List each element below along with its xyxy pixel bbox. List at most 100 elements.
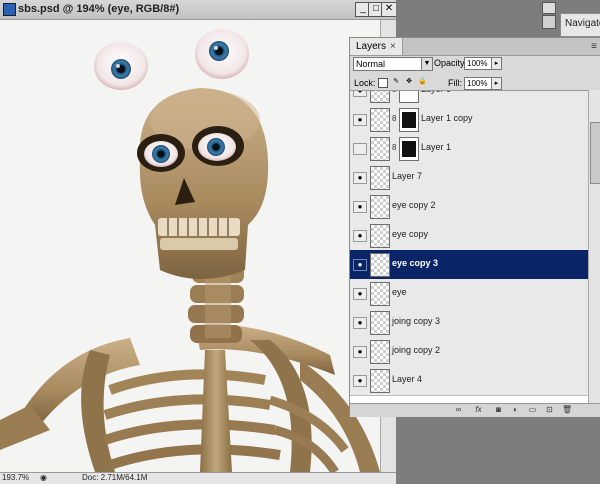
visibility-eye-icon[interactable]: ● <box>353 317 367 329</box>
layer-thumbnail[interactable] <box>370 253 390 277</box>
layer-row[interactable]: ● joing copy 3 <box>350 308 588 338</box>
layer-name: joing copy 2 <box>392 345 441 355</box>
visibility-eye-icon[interactable]: ● <box>353 172 367 184</box>
opacity-slider-arrow[interactable]: ▸ <box>491 57 502 70</box>
visibility-eye-icon[interactable]: ● <box>353 201 367 213</box>
document-window: sbs.psd @ 194% (eye, RGB/8#) _ □ ✕ 193.7… <box>0 0 397 484</box>
layer-thumbnail[interactable] <box>370 224 390 248</box>
layer-row[interactable]: ● eye copy <box>350 221 588 251</box>
fill-slider-arrow[interactable]: ▸ <box>491 77 502 90</box>
layer-mask-thumbnail[interactable] <box>399 137 419 161</box>
link-layers-icon[interactable]: ∞ <box>454 406 463 414</box>
layers-panel-footer: ∞ fx ◙ ◐ ▭ ⊡ 🗑 <box>350 403 600 417</box>
layer-name: Layer 4 <box>392 374 423 384</box>
layer-name: eye copy <box>392 229 429 239</box>
skeleton-artwork <box>0 29 380 472</box>
visibility-eye-icon[interactable]: ● <box>353 91 367 97</box>
layer-mask-thumbnail[interactable] <box>399 91 419 103</box>
new-group-icon[interactable]: ▭ <box>528 406 537 414</box>
layer-style-icon[interactable]: fx <box>474 406 483 414</box>
navigator-tab[interactable]: Navigator <box>560 13 600 37</box>
layer-name: Layer 1 <box>421 142 452 152</box>
layer-thumbnail[interactable] <box>370 195 390 219</box>
chevron-down-icon: ▼ <box>421 58 432 70</box>
layers-panel-tabbar: Layers × ≡ <box>350 38 600 56</box>
photoshop-doc-icon <box>3 3 16 16</box>
layer-thumbnail[interactable] <box>370 282 390 306</box>
layer-row[interactable]: 8 Layer 1 <box>350 134 588 164</box>
mask-link-icon[interactable]: 8 <box>392 114 396 123</box>
canvas[interactable] <box>0 20 380 472</box>
lock-position-icon[interactable]: ✥ <box>405 78 413 86</box>
add-mask-icon[interactable]: ◙ <box>494 406 503 414</box>
navigator-panel-icon[interactable] <box>542 15 556 29</box>
visibility-eye-icon[interactable]: ● <box>353 259 367 271</box>
layer-thumbnail[interactable] <box>370 340 390 364</box>
layer-row[interactable]: ● Layer 4 <box>350 366 588 396</box>
dock-collapse-icon[interactable] <box>542 2 556 14</box>
layer-thumbnail[interactable] <box>370 369 390 393</box>
layer-row[interactable]: ● 8 Layer 1 copy <box>350 105 588 135</box>
layer-thumbnail[interactable] <box>370 137 390 161</box>
lock-label: Lock: <box>354 78 376 88</box>
adjustment-layer-icon[interactable]: ◐ <box>511 406 520 414</box>
layer-mask-thumbnail[interactable] <box>399 108 419 132</box>
layer-row[interactable]: ● Layer 7 <box>350 163 588 193</box>
status-icon[interactable]: ◉ <box>40 473 47 482</box>
tab-layers-label: Layers <box>356 41 387 52</box>
panel-dock-icons <box>537 0 559 30</box>
tab-layers[interactable]: Layers × <box>350 38 403 55</box>
visibility-eye-icon[interactable]: ● <box>353 288 367 300</box>
visibility-eye-icon[interactable]: ● <box>353 230 367 242</box>
layer-row[interactable]: ● joing copy 2 <box>350 337 588 367</box>
visibility-eye-icon[interactable] <box>353 143 367 155</box>
layers-panel: Layers × ≡ Normal ▼ Opacity: 100% ▸ Lock:… <box>349 37 600 417</box>
opacity-label: Opacity: <box>434 58 468 68</box>
blend-mode-select[interactable]: Normal ▼ <box>353 57 433 71</box>
layer-name: Layer 1 copy <box>421 113 473 123</box>
layer-name: eye copy 2 <box>392 200 436 210</box>
layer-row[interactable]: ● eye copy 2 <box>350 192 588 222</box>
blend-mode-value: Normal <box>356 59 386 69</box>
layer-name: eye copy 3 <box>392 258 439 268</box>
layer-list: ●8Layer 6●8Layer 1 copy8Layer 1●Layer 7●… <box>350 90 588 404</box>
fill-input[interactable]: 100% <box>464 77 492 90</box>
layer-name: joing copy 3 <box>392 316 441 326</box>
layer-name: Layer 7 <box>392 171 423 181</box>
panel-menu-icon[interactable]: ≡ <box>591 41 597 52</box>
zoom-level[interactable]: 193.7% <box>2 473 29 482</box>
mask-link-icon[interactable]: 8 <box>392 143 396 152</box>
delete-layer-icon[interactable]: 🗑 <box>562 406 572 414</box>
opacity-input[interactable]: 100% <box>464 57 492 70</box>
floating-eye-right <box>195 29 249 79</box>
document-title-bar[interactable]: sbs.psd @ 194% (eye, RGB/8#) _ □ ✕ <box>0 0 397 20</box>
layer-name: Layer 6 <box>421 91 451 94</box>
visibility-eye-icon[interactable]: ● <box>353 346 367 358</box>
ribcage <box>0 324 380 472</box>
layer-thumbnail[interactable] <box>370 108 390 132</box>
close-button[interactable]: ✕ <box>381 2 397 17</box>
layer-thumbnail[interactable] <box>370 166 390 190</box>
scrollbar-thumb[interactable] <box>590 122 600 184</box>
visibility-eye-icon[interactable]: ● <box>353 114 367 126</box>
layer-row[interactable]: ● 8 Layer 6 <box>350 91 588 106</box>
mask-link-icon[interactable]: 8 <box>392 91 396 94</box>
document-title: sbs.psd @ 194% (eye, RGB/8#) <box>18 3 180 15</box>
new-layer-icon[interactable]: ⊡ <box>545 406 554 414</box>
lock-transparency-icon[interactable] <box>378 78 388 88</box>
doc-size[interactable]: Doc: 2.71M/64.1M <box>82 473 147 482</box>
layer-list-scrollbar[interactable] <box>588 90 600 403</box>
floating-eye-left <box>94 42 148 90</box>
close-tab-icon[interactable]: × <box>390 41 396 52</box>
fill-label: Fill: <box>448 78 462 88</box>
skull <box>137 88 269 279</box>
status-bar: 193.7% ◉ Doc: 2.71M/64.1M <box>0 472 396 484</box>
visibility-eye-icon[interactable]: ● <box>353 375 367 387</box>
layer-thumbnail[interactable] <box>370 91 390 103</box>
layer-row[interactable]: ● eye copy 3 <box>350 250 588 280</box>
layer-thumbnail[interactable] <box>370 311 390 335</box>
layer-row[interactable]: ● eye <box>350 279 588 309</box>
layer-name: eye <box>392 287 407 297</box>
lock-all-icon[interactable]: 🔒 <box>418 78 427 86</box>
lock-image-icon[interactable]: ✎ <box>392 78 400 86</box>
